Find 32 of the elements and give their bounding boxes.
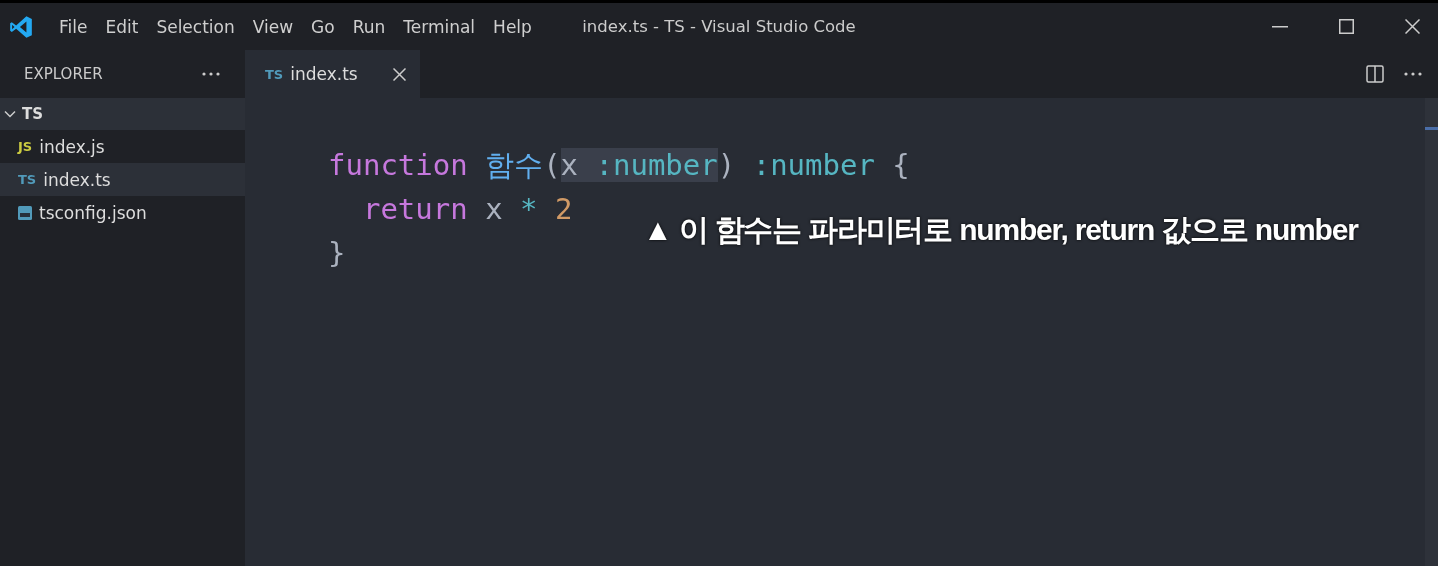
menu-item[interactable]: Run (345, 12, 393, 41)
config-file-icon (18, 205, 32, 220)
explorer-entry[interactable]: tsconfig.json (0, 196, 245, 229)
menu-item[interactable]: Edit (98, 12, 146, 41)
menu-item[interactable]: Go (304, 12, 342, 41)
close-icon[interactable] (393, 67, 406, 81)
more-icon[interactable] (1404, 72, 1422, 76)
folder-item[interactable]: TS (0, 98, 245, 130)
chevron-icon (4, 108, 16, 120)
menu-item[interactable]: Selection (149, 12, 242, 41)
close-icon[interactable] (1405, 19, 1420, 34)
window-title: index.ts - TS - Visual Studio Code (582, 17, 856, 36)
subtitle-caption: ▲ 이 함수는 파라미터로 number, return 값으로 number (643, 212, 1358, 248)
scrollbar[interactable] (1425, 98, 1438, 566)
file-type-icon: TS (18, 172, 37, 187)
maximize-icon[interactable] (1339, 19, 1354, 34)
more-icon[interactable] (202, 72, 220, 76)
menu-item[interactable]: View (245, 12, 301, 41)
menu-item[interactable]: Terminal (396, 12, 483, 41)
explorer-entry[interactable]: TS index.ts (0, 163, 245, 196)
minimize-icon[interactable] (1272, 25, 1288, 28)
code-line: return x * 2 (361, 191, 573, 228)
explorer-title: EXPLORER (24, 65, 103, 83)
explorer-entry[interactable]: JS index.js (0, 130, 245, 163)
split-editor-icon[interactable] (1366, 65, 1384, 83)
menu-item[interactable]: File (52, 12, 95, 41)
file-type-icon: JS (18, 139, 33, 154)
code-line: } (328, 235, 346, 272)
menu-item[interactable]: Help (486, 12, 539, 41)
app-logo-icon (8, 13, 34, 40)
code-line: function 함수(x :number) :number { (328, 147, 910, 184)
editor-tab[interactable]: TS index.ts (245, 50, 420, 98)
